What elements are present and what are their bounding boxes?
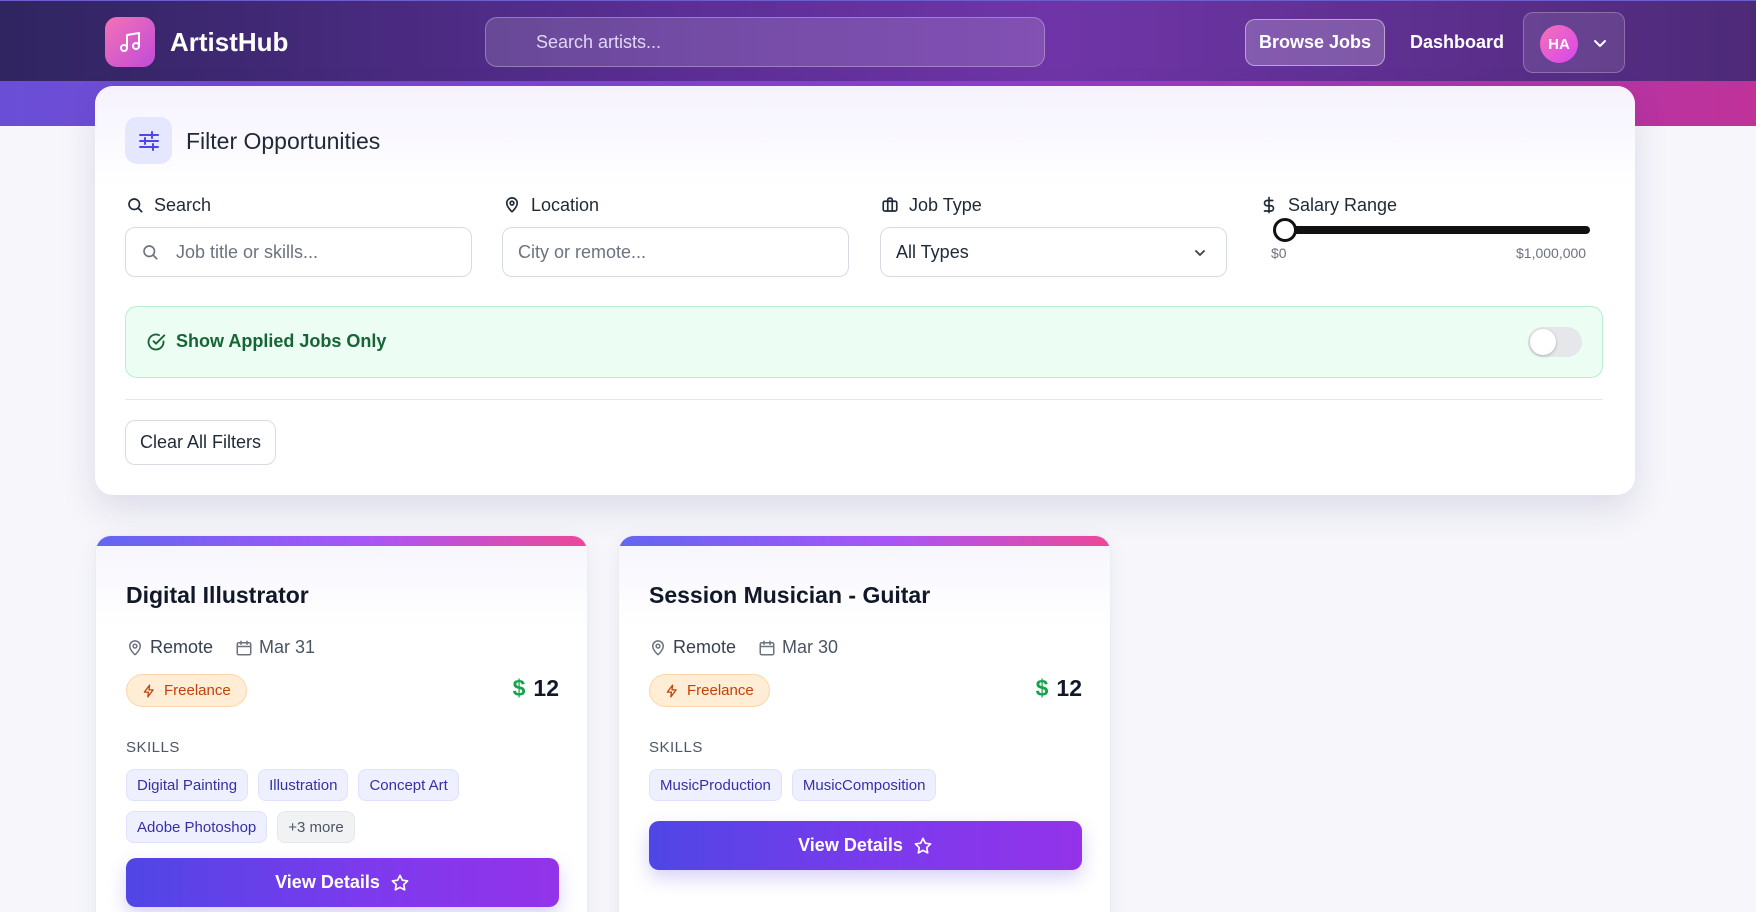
logo[interactable]: [105, 17, 155, 67]
map-pin-icon: [505, 197, 519, 213]
job-date: Mar 31: [259, 637, 316, 657]
skill-chip: Adobe Photoshop: [126, 811, 268, 843]
skill-chip: Illustration: [258, 769, 349, 801]
job-search-input[interactable]: [125, 227, 472, 277]
dashboard-link[interactable]: Dashboard: [1410, 32, 1504, 53]
job-type-label: Job Type: [881, 194, 982, 216]
job-card[interactable]: Session Musician - Guitar Remote Mar 30 …: [618, 535, 1111, 912]
clear-filters-button[interactable]: Clear All Filters: [125, 420, 276, 465]
skill-chip: MusicProduction: [649, 769, 782, 801]
map-pin-icon: [652, 639, 664, 655]
applied-jobs-label: Show Applied Jobs Only: [146, 331, 386, 352]
filter-icon-tile: [125, 117, 172, 164]
browse-jobs-button[interactable]: Browse Jobs: [1245, 19, 1385, 66]
lightning-icon: [143, 684, 154, 697]
skills-list: MusicProduction MusicComposition: [649, 769, 1089, 801]
job-title[interactable]: Digital Illustrator: [126, 582, 309, 609]
filter-title: Filter Opportunities: [186, 128, 381, 154]
job-type-badge: Freelance: [126, 674, 247, 707]
skill-chip: MusicComposition: [791, 769, 937, 801]
divider: [125, 399, 1603, 400]
job-card[interactable]: Digital Illustrator Remote Mar 31 Freela…: [95, 535, 588, 912]
star-icon: [914, 837, 932, 854]
skill-chip: Concept Art: [358, 769, 459, 801]
job-location: Remote: [673, 637, 737, 657]
map-pin-icon: [129, 639, 141, 655]
job-salary: $ 12: [1035, 675, 1082, 701]
salary-slider-thumb[interactable]: [1273, 218, 1297, 242]
skills-label: SKILLS: [649, 739, 703, 756]
salary-range-slider[interactable]: [1273, 218, 1590, 242]
dollar-icon: $: [1035, 675, 1049, 701]
search-icon: [143, 245, 158, 260]
brand-name[interactable]: ArtistHub: [170, 27, 288, 58]
artist-search-input[interactable]: [485, 17, 1045, 67]
job-location: Remote: [150, 637, 214, 657]
chevron-down-icon: [1195, 250, 1205, 256]
job-type-badge: Freelance: [649, 674, 770, 707]
search-label: Search: [126, 194, 211, 216]
job-date: Mar 30: [782, 637, 839, 657]
check-circle-icon: [147, 333, 166, 350]
applied-jobs-toggle[interactable]: [1528, 327, 1582, 357]
search-icon: [128, 198, 143, 213]
chevron-down-icon: [1594, 40, 1606, 47]
dollar-icon: $: [512, 675, 526, 701]
briefcase-icon: [882, 197, 898, 212]
view-details-button[interactable]: View Details: [649, 821, 1082, 870]
job-type-select[interactable]: All Types: [880, 227, 1227, 277]
job-meta: Remote Mar 30: [649, 637, 860, 658]
filter-panel: Filter Opportunities Search Location Job…: [95, 86, 1635, 495]
salary-min-label: $0: [1271, 245, 1287, 261]
job-salary: $ 12: [512, 675, 559, 701]
view-details-button[interactable]: View Details: [126, 858, 559, 907]
skills-list: Digital Painting Illustration Concept Ar…: [126, 769, 566, 843]
dollar-icon: [1263, 196, 1275, 214]
avatar: HA: [1540, 25, 1578, 63]
skills-label: SKILLS: [126, 739, 180, 756]
job-title[interactable]: Session Musician - Guitar: [649, 582, 930, 609]
applied-jobs-filter: Show Applied Jobs Only: [125, 306, 1603, 378]
skill-chip: Digital Painting: [126, 769, 249, 801]
location-label: Location: [503, 194, 599, 216]
calendar-icon: [759, 640, 775, 655]
star-icon: [391, 874, 409, 891]
lightning-icon: [666, 684, 677, 697]
salary-max-label: $1,000,000: [1516, 245, 1587, 261]
more-skills-chip[interactable]: +3 more: [277, 811, 355, 843]
top-navbar: ArtistHub Browse Jobs Dashboard HA: [0, 0, 1756, 81]
salary-range-label: Salary Range: [1260, 194, 1397, 216]
toggle-knob: [1530, 329, 1556, 355]
location-input[interactable]: [502, 227, 849, 277]
user-menu-button[interactable]: HA: [1523, 12, 1625, 73]
music-note-icon: [120, 32, 140, 52]
calendar-icon: [236, 640, 252, 655]
job-meta: Remote Mar 31: [126, 637, 337, 658]
sliders-icon: [138, 130, 159, 151]
